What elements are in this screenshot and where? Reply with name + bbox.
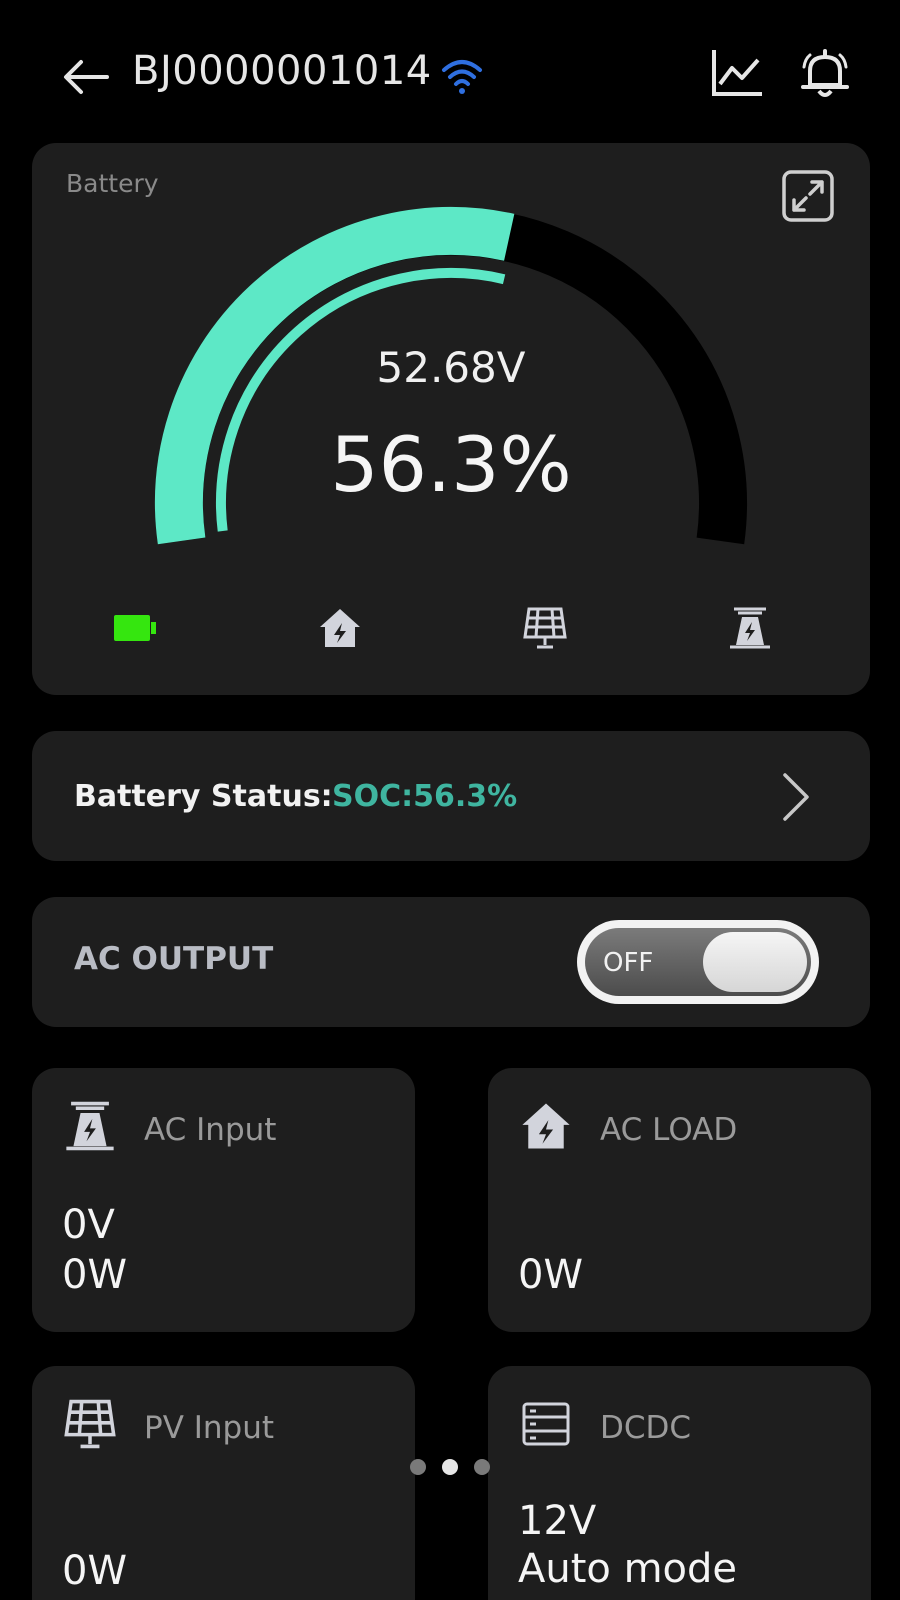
history-chart-button[interactable] [708,44,766,102]
pv-input-icon-wrap [62,1396,118,1452]
battery-gauge-card: Battery 52.68V 56.3% [32,143,870,695]
tile-title: AC Input [144,1112,277,1148]
tile-value-power: 0W [518,1252,583,1298]
tile-value-voltage: 12V [518,1498,597,1544]
battery-status-row[interactable]: Battery Status: SOC:56.3% [32,731,870,861]
battery-status-value: SOC:56.3% [332,779,518,814]
tile-value-voltage: 0V [62,1202,115,1248]
solar-panel-icon [64,1399,116,1449]
tile-title: PV Input [144,1410,275,1446]
tile-value-power: 0W [62,1252,127,1298]
wifi-icon [442,60,482,94]
back-arrow-icon [64,60,109,94]
line-chart-icon [712,50,762,96]
ac-output-row: AC OUTPUT OFF [32,897,870,1027]
pv-input-tile[interactable]: PV Input 0W [32,1366,415,1600]
flow-battery[interactable] [110,603,160,653]
dcdc-tile[interactable]: DCDC 12V Auto mode [488,1366,871,1600]
page-dot-1[interactable] [410,1459,426,1475]
page-dot-2[interactable] [442,1459,458,1475]
ac-output-toggle[interactable]: OFF [577,920,819,1004]
tile-value-mode: Auto mode [518,1546,738,1592]
page-indicator [410,1459,490,1475]
battery-soc-percent: 56.3% [330,420,572,509]
grid-tower-icon [66,1101,114,1151]
ac-output-label: AC OUTPUT [74,941,274,977]
tile-title: DCDC [600,1410,692,1446]
app-header: BJ0000001014 [0,0,900,140]
ac-load-icon-wrap [518,1098,574,1154]
home-icon [320,609,360,647]
tile-value-power: 0W [62,1548,127,1594]
battery-voltage: 52.68V [376,343,526,392]
chevron-right-icon [783,773,809,821]
solar-panel-icon [523,607,567,649]
page-dot-3[interactable] [474,1459,490,1475]
toggle-state-text: OFF [603,948,654,978]
device-id-title: BJ0000001014 [132,48,432,94]
flow-grid[interactable] [725,603,775,653]
flow-home[interactable] [315,603,365,653]
battery-status-chevron[interactable] [768,769,824,825]
ac-input-tile[interactable]: AC Input 0V 0W [32,1068,415,1332]
toggle-track: OFF [585,928,811,996]
tile-title: AC LOAD [600,1112,738,1148]
home-icon [522,1103,570,1149]
toggle-knob [703,932,807,992]
dcdc-icon-wrap [518,1396,574,1452]
ac-input-icon-wrap [62,1098,118,1154]
battery-status-label: Battery Status: [74,779,333,814]
back-button[interactable] [58,50,112,104]
dcdc-icon [522,1402,570,1446]
flow-solar[interactable] [520,603,570,653]
ac-load-tile[interactable]: AC LOAD 0W [488,1068,871,1332]
bell-icon [801,49,849,97]
battery-icon [114,615,156,641]
alarm-button[interactable] [796,44,854,102]
grid-tower-icon [730,607,770,649]
